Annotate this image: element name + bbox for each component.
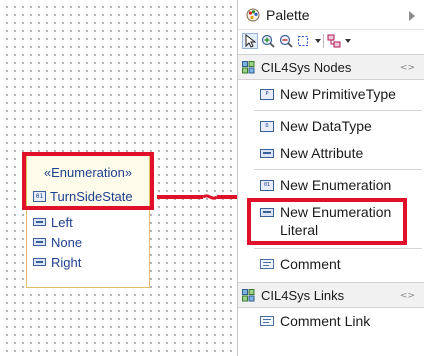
tool-label[interactable]: Comment bbox=[280, 255, 341, 273]
drawer-links-label[interactable]: CIL4Sys Links bbox=[261, 288, 344, 303]
tool-label[interactable]: New DataType bbox=[280, 117, 372, 135]
highlight-arrow bbox=[157, 194, 245, 200]
connection-dropdown-icon[interactable] bbox=[345, 39, 351, 43]
zoom-in-icon[interactable] bbox=[260, 33, 276, 49]
palette-icon bbox=[246, 8, 260, 21]
tool-new-datatype[interactable]: D New DataType bbox=[238, 117, 424, 135]
drawer-links-header[interactable]: CIL4Sys Links <> bbox=[238, 282, 424, 308]
drawer-pin-icon[interactable]: <> bbox=[400, 291, 415, 301]
toolbar-separator bbox=[323, 34, 324, 48]
attribute-icon bbox=[260, 148, 274, 158]
connection-icon[interactable] bbox=[326, 33, 342, 49]
literal-list: Left None Right bbox=[33, 212, 82, 272]
tool-separator bbox=[254, 248, 422, 249]
drawer-nodes-label[interactable]: CIL4Sys Nodes bbox=[261, 60, 351, 75]
literal-icon bbox=[33, 258, 46, 266]
comment-link-icon bbox=[260, 316, 274, 326]
data-type-icon: D bbox=[260, 120, 274, 132]
tool-separator bbox=[254, 169, 422, 170]
tool-label[interactable]: New PrimitiveType bbox=[280, 85, 396, 103]
tool-new-attribute[interactable]: New Attribute bbox=[238, 144, 424, 162]
palette-toolbar bbox=[242, 31, 422, 51]
tool-label[interactable]: Comment Link bbox=[280, 312, 370, 330]
tool-new-enumeration[interactable]: 01 New Enumeration bbox=[238, 176, 424, 194]
marquee-dropdown-icon[interactable] bbox=[315, 39, 321, 43]
enumeration-icon: 01 bbox=[260, 179, 274, 191]
marquee-icon[interactable] bbox=[296, 33, 312, 49]
literal-label[interactable]: Left bbox=[51, 215, 73, 230]
palette-title: Palette bbox=[266, 6, 310, 23]
tool-comment[interactable]: Comment bbox=[238, 255, 424, 273]
literal-label[interactable]: None bbox=[51, 235, 82, 250]
tool-separator bbox=[254, 110, 422, 111]
literal-label[interactable]: Right bbox=[51, 255, 81, 270]
literal-item[interactable]: None bbox=[33, 232, 82, 252]
drawer-pin-icon[interactable]: <> bbox=[400, 63, 415, 73]
tool-new-primitivetype[interactable]: P New PrimitiveType bbox=[238, 85, 424, 103]
drawer-nodes-header[interactable]: CIL4Sys Nodes <> bbox=[238, 54, 424, 80]
tool-label[interactable]: New Attribute bbox=[280, 144, 363, 162]
comment-icon bbox=[260, 259, 274, 269]
palette-panel: Palette CIL4Sys Nodes <> P New Primitive… bbox=[237, 0, 424, 356]
highlight-enumeration-literal-box bbox=[247, 198, 407, 245]
tool-comment-link[interactable]: Comment Link bbox=[238, 312, 424, 330]
zoom-out-icon[interactable] bbox=[278, 33, 294, 49]
links-drawer-icon bbox=[242, 288, 255, 301]
highlight-enumeration-box bbox=[22, 152, 154, 210]
primitive-type-icon: P bbox=[260, 88, 274, 100]
literal-item[interactable]: Right bbox=[33, 252, 82, 272]
palette-title-bar: Palette bbox=[238, 0, 424, 30]
literal-icon bbox=[33, 238, 46, 246]
nodes-drawer-icon bbox=[242, 60, 255, 73]
literal-item[interactable]: Left bbox=[33, 212, 82, 232]
collapse-palette-icon[interactable] bbox=[409, 11, 415, 21]
tool-label[interactable]: New Enumeration bbox=[280, 176, 391, 194]
literal-icon bbox=[33, 218, 46, 226]
select-tool-icon[interactable] bbox=[242, 33, 258, 49]
